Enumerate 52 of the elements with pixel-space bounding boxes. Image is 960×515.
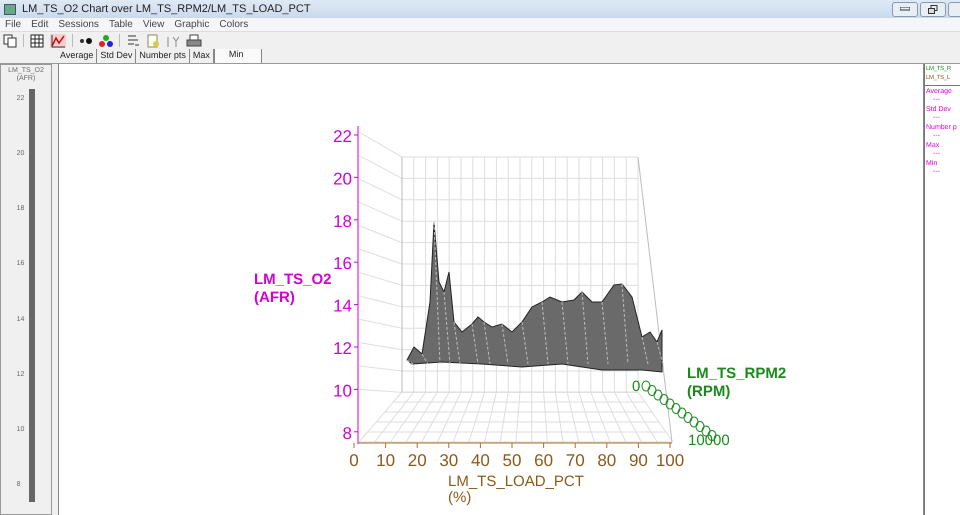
restore-button[interactable] xyxy=(920,2,946,16)
menu-item[interactable]: File xyxy=(5,19,22,30)
print-icon[interactable] xyxy=(186,34,202,48)
y-axis-title: LM_TS_O2 xyxy=(254,271,332,288)
menu-item[interactable]: Graphic xyxy=(174,19,210,30)
y-tick-label: 8 xyxy=(342,424,352,443)
z-axis-unit: (RPM) xyxy=(687,383,730,400)
menu-item[interactable]: Sessions xyxy=(58,19,99,30)
color-dots-icon[interactable] xyxy=(99,34,113,48)
y-tick-label: 20 xyxy=(333,169,352,188)
x-tick-label: 10 xyxy=(376,451,396,470)
x-tick-label: 50 xyxy=(502,451,522,470)
copy-icon[interactable] xyxy=(3,34,17,48)
dots-icon[interactable] xyxy=(79,36,93,44)
x-axis-title: LM_TS_LOAD_PCT xyxy=(448,473,584,490)
menu-item[interactable]: Colors xyxy=(219,19,248,30)
tab[interactable]: Average xyxy=(57,49,98,63)
x-tick-label: 80 xyxy=(597,451,616,470)
z-axis-title: LM_TS_RPM2 xyxy=(687,365,786,382)
x-tick-label: 0 xyxy=(349,451,359,470)
y-axis-unit: (AFR) xyxy=(254,289,295,306)
window-title: LM_TS_O2 Chart over LM_TS_RPM2/LM_TS_LOAD_PCT xyxy=(22,3,312,15)
y-tick-label: 16 xyxy=(333,254,352,274)
x-axis-unit: (%) xyxy=(448,489,472,506)
y-tick-label: 10 xyxy=(333,381,352,400)
y-tick-label: 18 xyxy=(333,212,352,231)
menu-item[interactable]: Edit xyxy=(31,19,48,30)
x-tick-label: 30 xyxy=(439,451,458,470)
menu-item[interactable]: View xyxy=(142,19,164,30)
document-icon[interactable] xyxy=(146,34,160,48)
x-tick-label: 100 xyxy=(656,451,684,470)
z-tick-label: 10000 xyxy=(688,432,730,449)
minimize-icon xyxy=(900,7,910,11)
x-tick-label: 60 xyxy=(534,451,554,470)
minimize-button[interactable] xyxy=(892,2,918,16)
x-tick-label: 90 xyxy=(628,451,648,470)
x-tick-label: 70 xyxy=(566,451,585,470)
tab[interactable]: Std Dev xyxy=(97,49,136,63)
menu-item[interactable]: Table xyxy=(108,19,133,30)
formula-icon[interactable] xyxy=(126,34,140,48)
y-tick-label: 22 xyxy=(333,127,352,146)
y-tick-label: 14 xyxy=(333,296,352,316)
x-tick-label: 40 xyxy=(470,451,490,470)
y-tick-label: 12 xyxy=(333,339,352,358)
chart-icon[interactable] xyxy=(50,34,66,48)
app-icon xyxy=(4,4,16,14)
restore-icon xyxy=(928,4,938,14)
tab[interactable]: Min xyxy=(214,49,262,63)
grid-icon[interactable] xyxy=(30,34,44,48)
z-tick-label: 0 xyxy=(632,378,640,395)
x-tick-label: 20 xyxy=(408,451,427,470)
tab[interactable]: Number pts xyxy=(136,49,190,63)
